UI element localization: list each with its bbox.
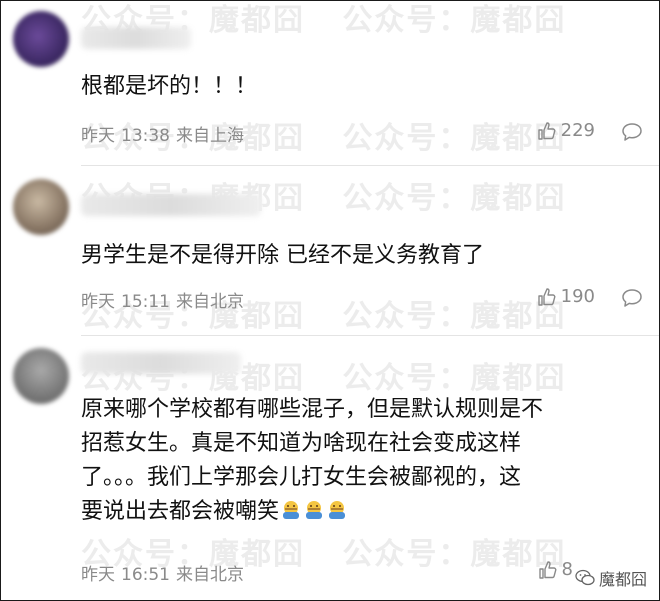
like-button[interactable]: 8 [538, 559, 573, 580]
comment-time: 16:51 [121, 565, 170, 585]
comment-item: 根都是坏的！！！ 昨天 13:38 来自上海 229 [1, 1, 659, 166]
comment-list: 公众号：魔都囧 公众号：魔都囧 公众号：魔都囧 公众号：魔都囧 公众号：魔都囧 … [0, 0, 660, 601]
comment-text-line: 原来哪个学校都有哪些混子，但是默认规则是不 [81, 397, 544, 422]
username-blurred[interactable] [81, 352, 241, 374]
like-count: 8 [561, 559, 573, 580]
comment-location: 来自北京 [176, 565, 244, 585]
comment-location: 来自上海 [176, 126, 244, 146]
comment-text-line: 了。。。我们上学那会儿打女生会被鄙视的，这 [81, 465, 522, 490]
comment-meta: 昨天 13:38 来自上海 [81, 121, 250, 146]
comment-text: 根都是坏的！！！ [81, 74, 258, 99]
facepalm-emoji-icon [329, 501, 346, 519]
comment-date: 昨天 [81, 126, 115, 146]
avatar[interactable] [13, 179, 69, 235]
like-button[interactable]: 190 [537, 286, 595, 307]
brand-label: 魔都囧 [598, 570, 647, 589]
like-button[interactable]: 229 [537, 120, 595, 141]
thumbs-up-icon [538, 560, 556, 579]
brand-watermark: 魔都囧 [572, 566, 649, 590]
comment-item: 男学生是不是得开除 已经不是义务教育了 昨天 15:11 来自北京 190 [1, 166, 659, 336]
comment-date: 昨天 [81, 565, 115, 585]
comment-item: 原来哪个学校都有哪些混子，但是默认规则是不 招惹女生。真是不知道为啥现在社会变成… [1, 336, 659, 600]
comment-location: 来自北京 [176, 292, 244, 312]
wechat-icon [575, 569, 595, 586]
thumbs-up-icon [537, 121, 556, 140]
comment-text: 男学生是不是得开除 已经不是义务教育了 [81, 243, 484, 268]
reply-icon[interactable] [621, 288, 643, 308]
username-blurred[interactable] [81, 194, 261, 216]
avatar[interactable] [13, 11, 69, 67]
facepalm-emoji-icon [306, 501, 323, 519]
comment-meta: 昨天 16:51 来自北京 [81, 560, 250, 585]
username-blurred[interactable] [81, 27, 191, 49]
comment-date: 昨天 [81, 292, 115, 312]
comment-time: 13:38 [121, 126, 170, 146]
comment-text-line-last: 要说出去都会被嘲笑 [81, 495, 619, 529]
like-count: 190 [560, 286, 595, 307]
comment-text-line: 要说出去都会被嘲笑 [81, 499, 280, 524]
comment-text-line: 招惹女生。真是不知道为啥现在社会变成这样 [81, 431, 522, 456]
facepalm-emoji-icon [283, 501, 300, 519]
reply-icon[interactable] [621, 122, 643, 142]
avatar[interactable] [13, 348, 69, 404]
comment-time: 15:11 [121, 292, 170, 312]
thumbs-up-icon [537, 287, 556, 306]
comment-meta: 昨天 15:11 来自北京 [81, 287, 250, 312]
comment-text: 原来哪个学校都有哪些混子，但是默认规则是不 招惹女生。真是不知道为啥现在社会变成… [81, 393, 619, 529]
like-count: 229 [560, 120, 595, 141]
